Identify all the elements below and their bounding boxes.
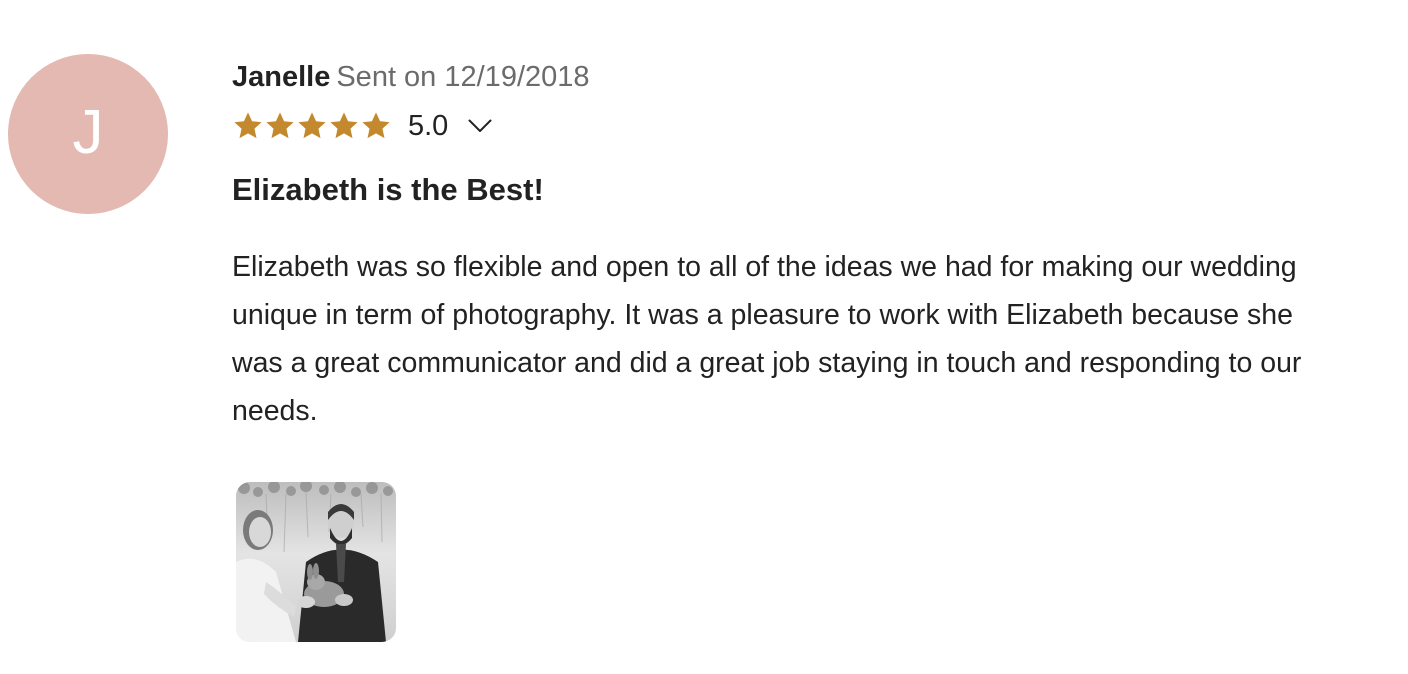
review-content: Janelle Sent on 12/19/2018 5.0 Elizabeth … <box>232 56 1332 435</box>
wedding-photo-image <box>236 482 396 642</box>
star-icon <box>328 110 360 142</box>
avatar-initial: J <box>72 98 104 167</box>
review-title: Elizabeth is the Best! <box>232 172 544 207</box>
star-icon <box>232 110 264 142</box>
sent-date: Sent on 12/19/2018 <box>336 61 590 93</box>
review-card: J Janelle Sent on 12/19/2018 5.0 Elizabet… <box>0 0 1408 674</box>
review-photo-thumbnail[interactable] <box>236 482 396 642</box>
star-icon <box>264 110 296 142</box>
rating-row: 5.0 <box>232 104 1332 148</box>
review-header: Janelle Sent on 12/19/2018 <box>232 56 1332 98</box>
chevron-down-icon[interactable] <box>466 112 494 140</box>
star-rating <box>232 110 392 142</box>
reviewer-name: Janelle <box>232 61 331 93</box>
review-body: Elizabeth was so flexible and open to al… <box>232 251 1302 427</box>
star-icon <box>360 110 392 142</box>
star-icon <box>296 110 328 142</box>
rating-value: 5.0 <box>408 109 449 142</box>
avatar: J <box>8 54 168 214</box>
